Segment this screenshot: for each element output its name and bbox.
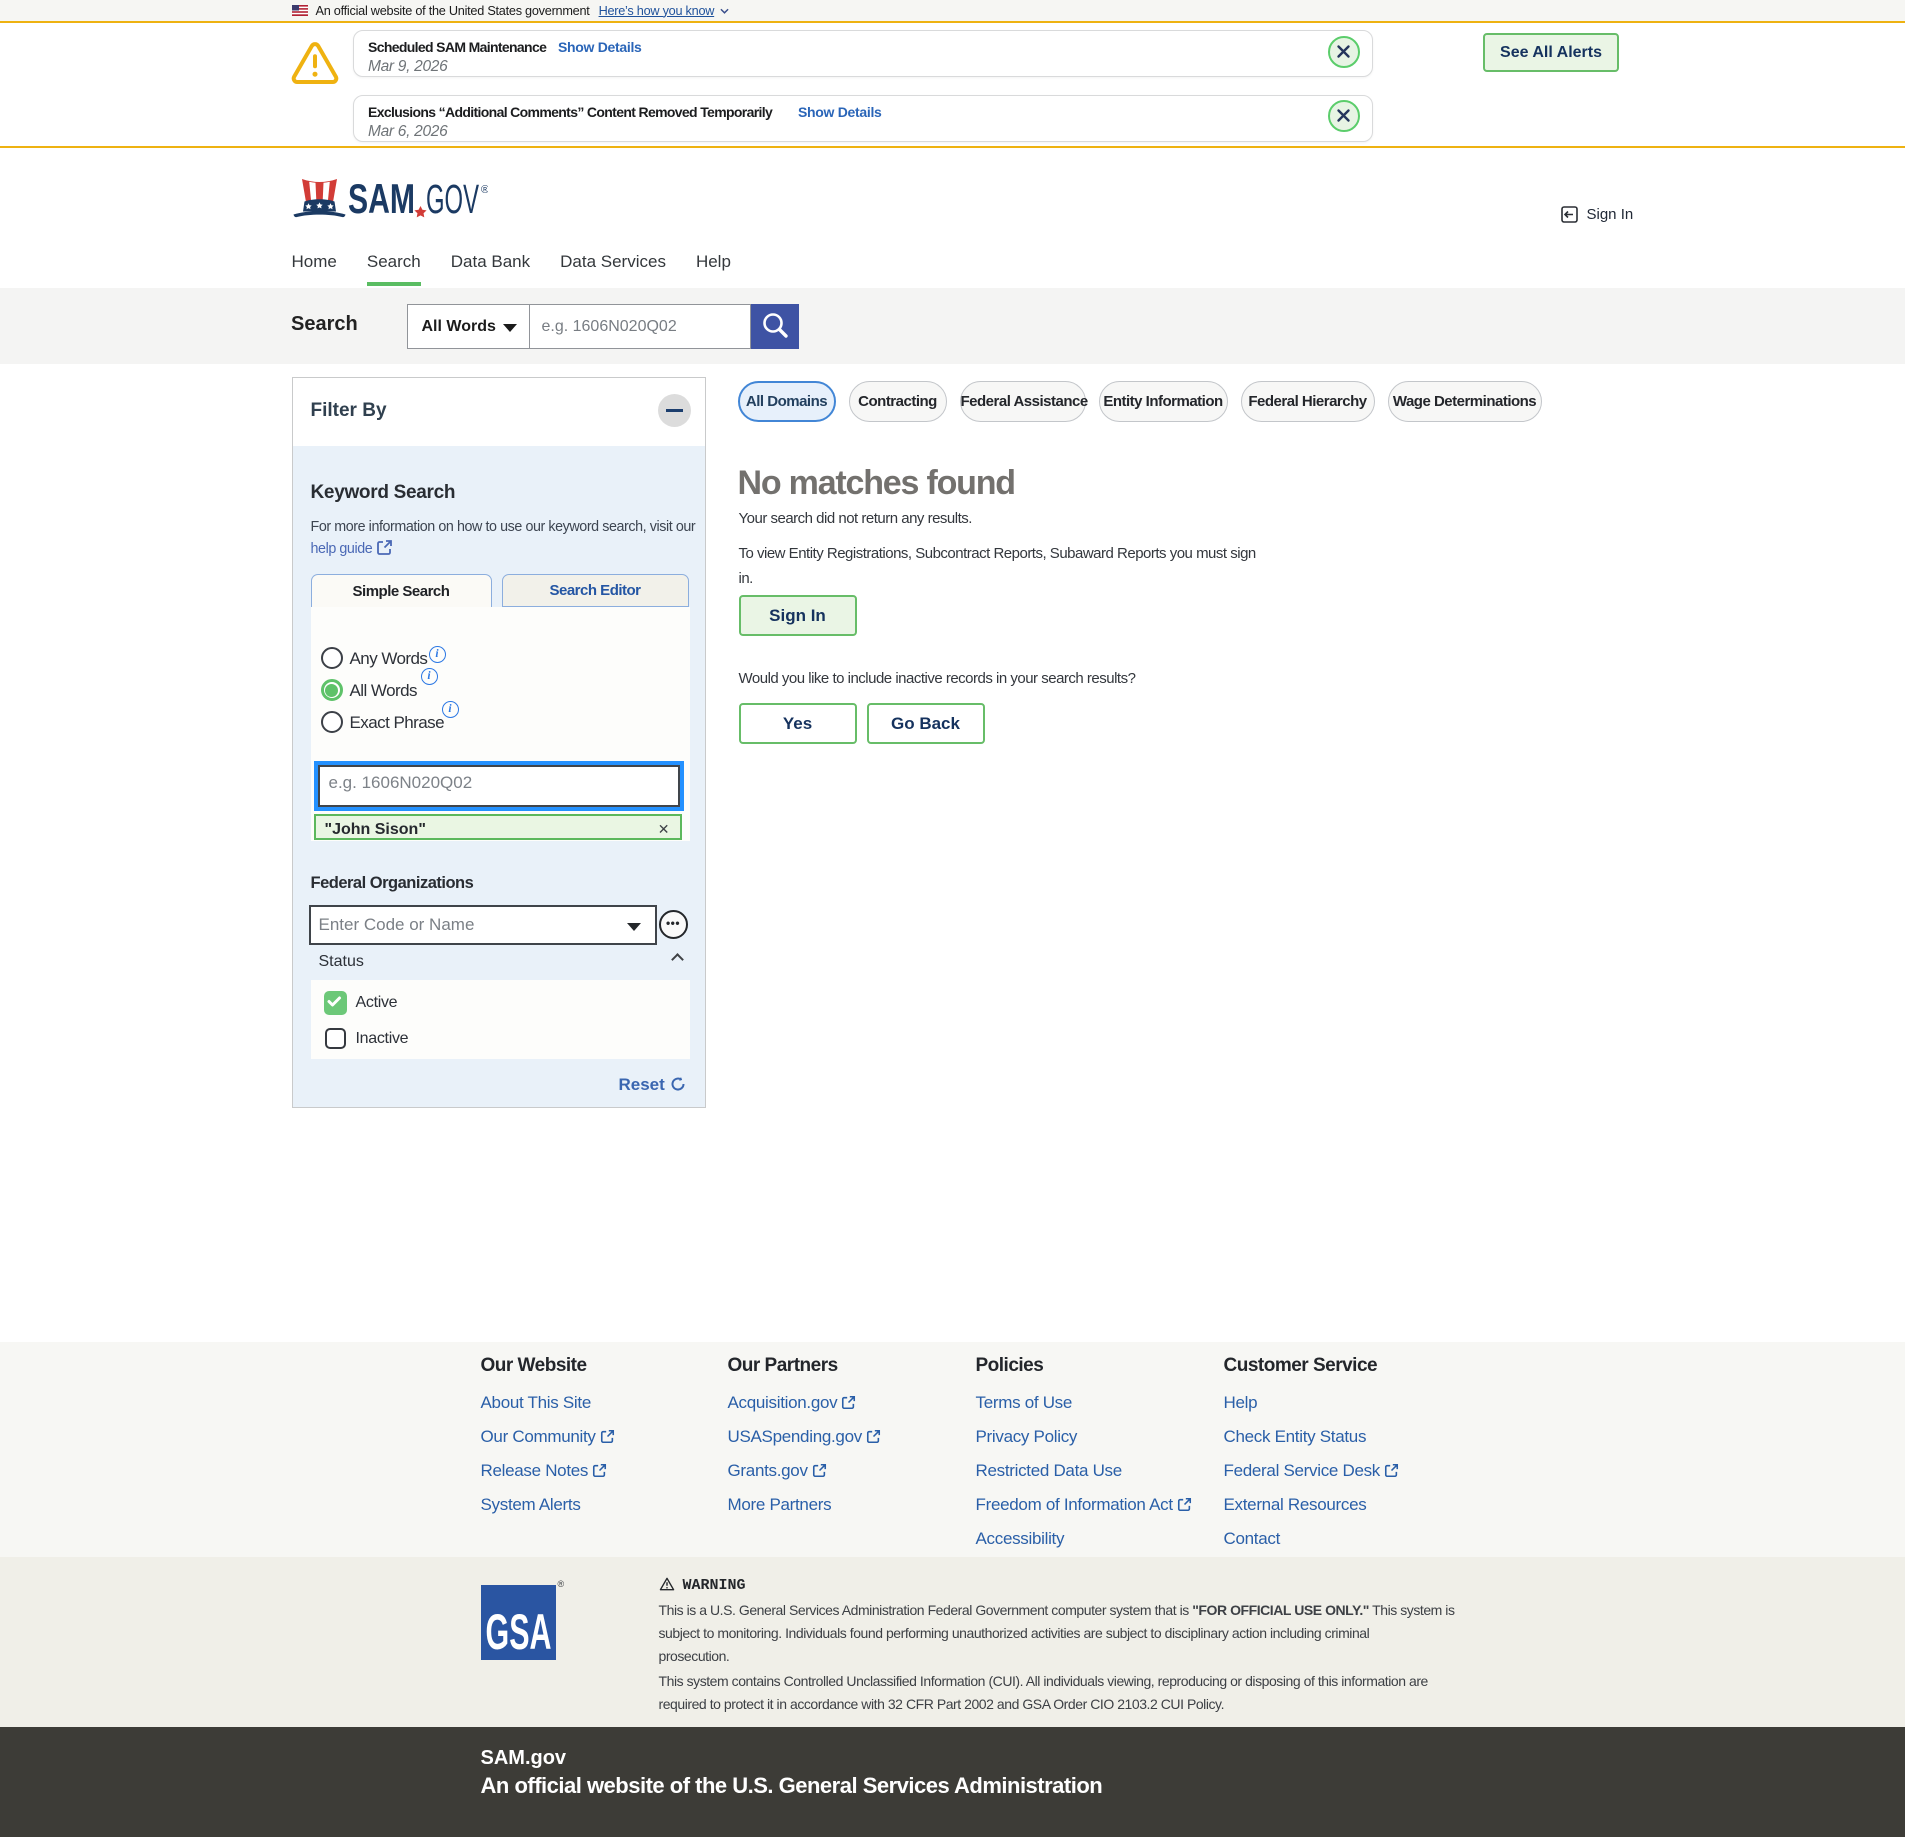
svg-text:®: ® <box>481 184 488 196</box>
svg-text:SAM: SAM <box>348 176 415 219</box>
svg-text:GSA: GSA <box>485 1604 551 1660</box>
svg-text:GOV: GOV <box>426 176 479 219</box>
